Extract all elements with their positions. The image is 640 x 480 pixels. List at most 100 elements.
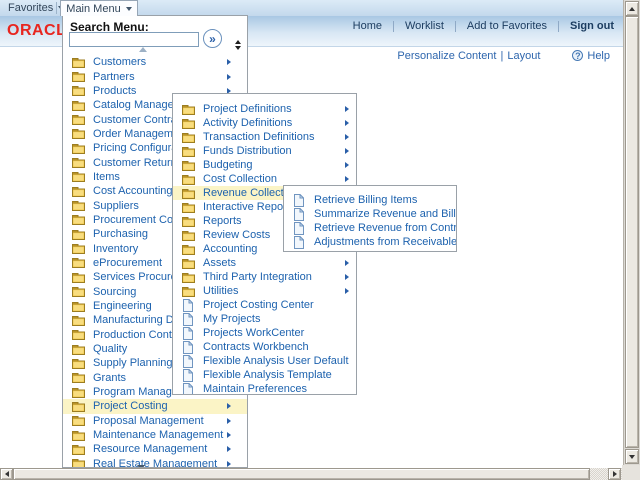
folder-icon <box>72 315 85 326</box>
folder-icon <box>182 104 195 115</box>
menu-item[interactable]: Cost Collection <box>173 172 356 186</box>
menu-item[interactable]: Contracts Workbench <box>173 340 356 354</box>
menu-item[interactable]: Transaction Definitions <box>173 130 356 144</box>
scrollbar-down-button[interactable] <box>625 449 639 464</box>
folder-icon <box>72 458 85 468</box>
folder-icon <box>72 415 85 426</box>
main-menu-button[interactable]: Main Menu <box>60 0 138 16</box>
menu-item[interactable]: Proposal Management <box>63 414 247 428</box>
folder-icon <box>72 100 85 111</box>
header-links: Home Worklist Add to Favorites Sign out <box>353 20 614 32</box>
page-icon <box>182 355 195 368</box>
folder-icon <box>182 202 195 213</box>
folder-icon <box>72 57 85 68</box>
header-link[interactable]: Add to Favorites <box>467 20 547 32</box>
submenu-arrow-icon <box>227 461 231 467</box>
menu-item[interactable]: Utilities <box>173 284 356 298</box>
scrollbar-right-button[interactable] <box>608 468 621 480</box>
folder-icon <box>72 229 85 240</box>
page-icon <box>293 194 306 207</box>
menu-item[interactable]: Adjustments from Receivables <box>284 235 456 249</box>
menu-item[interactable]: Flexible Analysis Template <box>173 368 356 382</box>
header-link[interactable]: Sign out <box>570 20 614 32</box>
folder-icon <box>72 243 85 254</box>
folder-icon <box>72 430 85 441</box>
menu-item[interactable]: Maintenance Management <box>63 428 247 442</box>
personalize-content-link[interactable]: Personalize Content <box>397 50 496 62</box>
menu-search-input[interactable] <box>69 32 199 47</box>
submenu-arrow-icon <box>345 106 349 112</box>
double-chevron-right-icon: » <box>209 32 216 46</box>
submenu-arrow-icon <box>345 260 349 266</box>
layout-link[interactable]: Layout <box>507 50 540 62</box>
folder-icon <box>182 174 195 185</box>
submenu-arrow-icon <box>345 288 349 294</box>
scrollbar-corner <box>622 465 640 480</box>
folder-icon <box>72 372 85 383</box>
scrollbar-up-button[interactable] <box>625 1 639 16</box>
help-link[interactable]: ? Help <box>572 50 610 62</box>
help-question-icon: ? <box>572 50 583 61</box>
folder-icon <box>72 157 85 168</box>
scroll-up-icon[interactable] <box>139 47 147 52</box>
submenu-arrow-icon <box>227 59 231 65</box>
folder-icon <box>72 257 85 268</box>
spinner-up-icon <box>235 40 241 44</box>
favorites-label: Favorites <box>8 2 53 14</box>
folder-icon <box>72 444 85 455</box>
folder-icon <box>72 71 85 82</box>
menu-item[interactable]: Resource Management <box>63 442 247 456</box>
arrow-left-icon <box>5 471 9 477</box>
submenu-arrow-icon <box>227 74 231 80</box>
menu-item[interactable]: Real Estate Management <box>63 457 247 468</box>
folder-icon <box>72 286 85 297</box>
folder-icon <box>72 114 85 125</box>
revenue-collection-flyout: Retrieve Billing Items Summarize Revenue… <box>283 185 457 252</box>
submenu-arrow-icon <box>345 274 349 280</box>
submenu-arrow-icon <box>345 162 349 168</box>
horizontal-scrollbar[interactable] <box>0 468 622 480</box>
menu-item[interactable]: Retrieve Billing Items <box>284 193 456 207</box>
page-icon <box>182 299 195 312</box>
menu-item[interactable]: Customers <box>63 55 247 69</box>
menu-item[interactable]: Activity Definitions <box>173 116 356 130</box>
header-link[interactable]: Home <box>353 20 382 32</box>
folder-icon <box>182 146 195 157</box>
menu-item[interactable]: Summarize Revenue and Billing <box>284 207 456 221</box>
folder-icon <box>72 85 85 96</box>
menu-item[interactable]: Funds Distribution <box>173 144 356 158</box>
menu-item[interactable]: Maintain Preferences <box>173 382 356 395</box>
scrollbar-left-button[interactable] <box>0 468 13 480</box>
folder-icon <box>182 244 195 255</box>
folder-icon <box>72 171 85 182</box>
menu-item[interactable]: Partners <box>63 69 247 83</box>
menu-item[interactable]: Assets <box>173 256 356 270</box>
menu-item[interactable]: Third Party Integration <box>173 270 356 284</box>
menu-item[interactable]: Budgeting <box>173 158 356 172</box>
menu-item[interactable]: Project Costing <box>63 399 247 413</box>
folder-icon <box>72 329 85 340</box>
arrow-up-icon <box>629 7 635 11</box>
folder-icon <box>72 401 85 412</box>
submenu-arrow-icon <box>345 176 349 182</box>
page-icon <box>293 208 306 221</box>
menu-item[interactable]: My Projects <box>173 312 356 326</box>
vertical-scrollbar[interactable] <box>623 0 640 465</box>
menu-item[interactable]: Projects WorkCenter <box>173 326 356 340</box>
header-link[interactable]: Worklist <box>405 20 444 32</box>
horizontal-scrollbar-thumb[interactable] <box>13 468 590 480</box>
page-icon <box>182 383 195 396</box>
folder-icon <box>72 143 85 154</box>
search-go-button[interactable]: » <box>203 29 222 48</box>
menu-item[interactable]: Project Definitions <box>173 102 356 116</box>
arrow-down-icon <box>629 455 635 459</box>
menu-item[interactable]: Retrieve Revenue from Contract <box>284 221 456 235</box>
vertical-scrollbar-thumb[interactable] <box>625 16 639 448</box>
folder-icon <box>182 272 195 283</box>
page-icon <box>182 369 195 382</box>
menu-scroll-spinner[interactable] <box>235 40 241 50</box>
folder-icon <box>182 132 195 143</box>
folder-icon <box>72 272 85 283</box>
menu-item[interactable]: Project Costing Center <box>173 298 356 312</box>
menu-item[interactable]: Flexible Analysis User Default <box>173 354 356 368</box>
